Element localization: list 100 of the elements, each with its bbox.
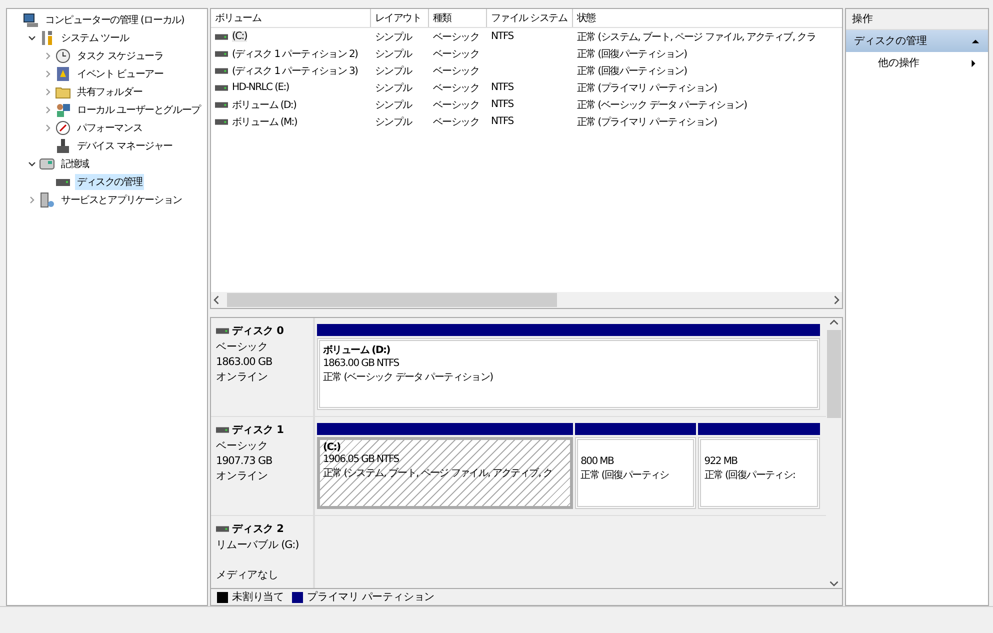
drive-icon	[215, 50, 228, 56]
drive-icon	[215, 34, 228, 40]
drive-icon	[215, 84, 228, 90]
table-cell-text: ベーシック	[433, 116, 480, 128]
table-cell[interactable]: (ディスク 1 パーティション 3)	[232, 64, 358, 78]
partition-size: 922 MB	[704, 456, 738, 468]
table-cell-text: ベーシック	[433, 82, 480, 94]
table-cell-text: シンプル	[375, 82, 412, 94]
drive-icon	[216, 427, 229, 434]
column-header[interactable]: レイアウト	[371, 9, 429, 27]
drive-icon	[215, 68, 228, 74]
vertical-scrollbar[interactable]	[826, 318, 842, 588]
partition-name: (C:)	[323, 442, 342, 454]
tree-item[interactable]: コンピューターの管理 (ローカル)	[43, 12, 186, 28]
tree-item[interactable]: パフォーマンス	[75, 120, 144, 136]
drive-icon	[216, 328, 229, 334]
disk-status: オンライン	[216, 469, 270, 484]
table-cell-text: ベーシック	[433, 48, 480, 60]
chevron-right-icon[interactable]	[43, 105, 53, 115]
table-cell-text: ベーシック	[433, 98, 480, 112]
table-cell-text: シンプル	[375, 64, 412, 78]
table-cell[interactable]: (ディスク 1 パーティション 2)	[232, 46, 358, 60]
table-cell[interactable]: ボリューム (D:)	[232, 98, 296, 112]
table-cell-text: シンプル	[375, 116, 412, 128]
disk-type: ベーシック	[216, 340, 270, 354]
table-cell: NTFS	[491, 116, 514, 127]
partition-block[interactable]: (C:) 1906.05 GB NTFS 正常 (システム, ブート, ページ ファイル, アクティブ, ク	[317, 437, 573, 510]
storage-icon	[39, 156, 55, 172]
disk-status: メディアなし	[216, 568, 280, 582]
table-cell[interactable]: ボリューム (M:)	[232, 114, 297, 128]
tree-item[interactable]: ローカル ユーザーとグループ	[75, 102, 202, 118]
chevron-right-icon[interactable]	[43, 87, 53, 97]
chevron-down-icon[interactable]	[27, 159, 37, 169]
partition-name: ボリューム (D:)	[323, 344, 391, 358]
disk-type: リムーバブル (G:)	[216, 538, 300, 552]
partition-size: 1906.05 GB NTFS	[323, 454, 400, 466]
action-item[interactable]: 他の操作	[846, 52, 988, 74]
submenu-arrow-icon	[969, 58, 978, 68]
table-cell-text: 正常 (プライマリ パーティション)	[577, 116, 717, 128]
column-header[interactable]: ファイル システム	[487, 9, 573, 27]
clock-icon	[55, 48, 71, 64]
table-cell[interactable]: HD-NRLC (E:)	[232, 82, 289, 93]
log-book-icon	[55, 66, 71, 82]
tree-item[interactable]: システム ツール	[59, 30, 131, 46]
table-cell-text: 正常 (ベーシック データ パーティション)	[577, 98, 747, 112]
partition-status: 正常 (ベーシック データ パーティション)	[323, 370, 494, 384]
partition-block[interactable]: ボリューム (D:) 1863.00 GB NTFS 正常 (ベーシック データ パーティション)	[317, 338, 820, 410]
table-cell: NTFS	[491, 31, 514, 42]
tree-item[interactable]: イベント ビューアー	[75, 66, 166, 82]
partition-status: 正常 (回復パーティシ:	[704, 468, 796, 482]
tree-item[interactable]: 共有フォルダー	[75, 84, 144, 100]
tree-item[interactable]: 記憶域	[59, 156, 91, 172]
disk-name: ディスク 1	[232, 423, 284, 438]
legend-label: 未割り当て	[232, 590, 284, 604]
users-icon	[55, 102, 71, 118]
device-icon	[55, 138, 71, 154]
column-header[interactable]: 種類	[429, 9, 487, 27]
partition-status: 正常 (回復パーティシ	[580, 468, 670, 482]
chevron-down-icon[interactable]	[27, 33, 37, 43]
table-cell: NTFS	[491, 82, 514, 93]
table-cell-text: 正常 (システム, ブート, ページ ファイル, アクティブ, クラ	[577, 30, 816, 44]
disk-status: オンライン	[216, 370, 270, 384]
table-cell-text: 正常 (回復パーティション)	[577, 64, 687, 78]
chevron-right-icon[interactable]	[43, 51, 53, 61]
partition-block[interactable]: 922 MB 正常 (回復パーティシ:	[698, 437, 820, 510]
action-section-header[interactable]: ディスクの管理	[846, 30, 988, 52]
table-cell-text: シンプル	[375, 48, 412, 60]
partition-status: 正常 (システム, ブート, ページ ファイル, アクティブ, ク	[323, 466, 554, 480]
disk-name: ディスク 0	[232, 324, 284, 338]
disk-name: ディスク 2	[232, 522, 284, 536]
table-cell-text: シンプル	[375, 30, 412, 44]
table-cell-text: 正常 (回復パーティション)	[577, 48, 687, 60]
services-icon	[39, 192, 55, 208]
drive-icon	[215, 118, 228, 124]
disk-size: 1863.00 GB	[216, 356, 274, 368]
chevron-right-icon[interactable]	[43, 123, 53, 133]
partition-block[interactable]: 800 MB 正常 (回復パーティシ	[574, 437, 696, 510]
table-cell[interactable]: (C:)	[232, 31, 247, 42]
table-cell-text: シンプル	[375, 98, 412, 112]
tree-item[interactable]: デバイス マネージャー	[75, 138, 174, 154]
column-header[interactable]: ボリューム	[211, 9, 371, 27]
tree-item[interactable]: サービスとアプリケーション	[59, 192, 184, 208]
table-cell: NTFS	[491, 99, 514, 110]
tree-item[interactable]: タスク スケジューラ	[75, 48, 166, 64]
partition-size: 800 MB	[580, 456, 615, 468]
partition-size: 1863.00 GB NTFS	[323, 358, 400, 370]
table-cell-text: ベーシック	[433, 64, 480, 78]
table-cell-text: ベーシック	[433, 30, 480, 44]
drive-icon	[215, 102, 228, 108]
tree-item[interactable]: ディスクの管理	[75, 174, 144, 190]
chevron-right-icon[interactable]	[27, 195, 37, 205]
pane-title: 操作	[846, 9, 988, 30]
horizontal-scrollbar[interactable]	[211, 292, 842, 308]
legend-label: プライマリ パーティション	[307, 590, 435, 604]
disk-type: ベーシック	[216, 439, 270, 454]
tools-icon	[39, 30, 55, 46]
disk-size: 1907.73 GB	[216, 455, 274, 468]
table-cell-text: 正常 (プライマリ パーティション)	[577, 82, 717, 94]
computer-icon	[23, 12, 39, 28]
chevron-right-icon[interactable]	[43, 69, 53, 79]
